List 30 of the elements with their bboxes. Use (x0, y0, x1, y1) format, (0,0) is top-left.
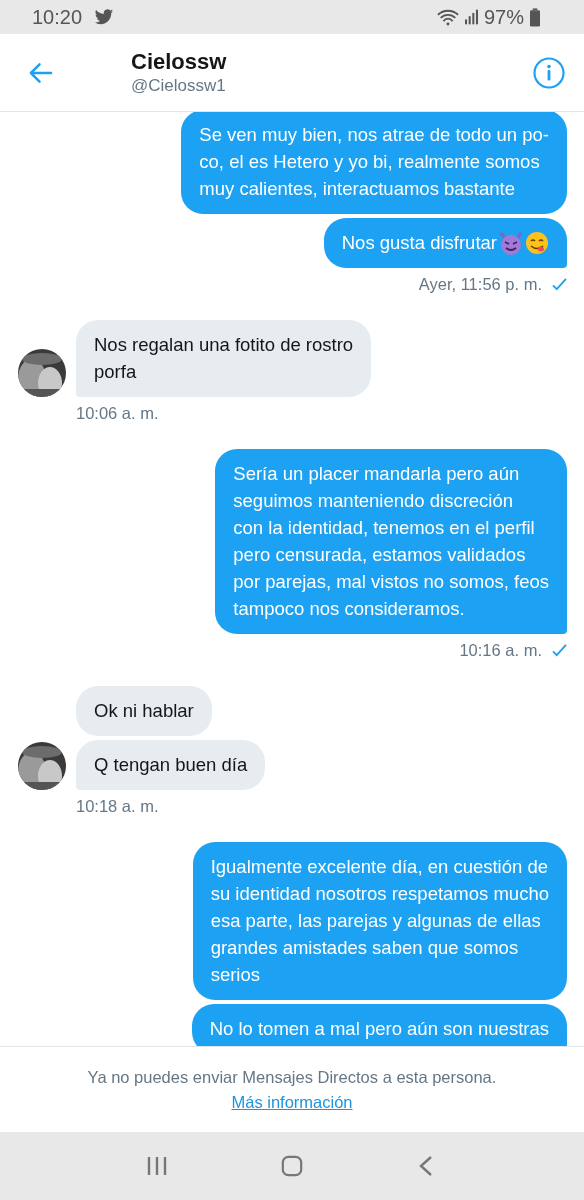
battery-icon (530, 7, 540, 27)
message-bubble: Igualmente excelente día, en cuestión de su identidad nosotros respetamos mucho esa parte, las parejas y algunas de ellas grandes amistades saben que somos serios (192, 842, 567, 1000)
message-bubble: Ok ni hablar (76, 686, 212, 736)
checkmark-icon (552, 644, 567, 657)
message-bubble: Q tengan buen día (76, 740, 266, 790)
wifi-icon (436, 8, 459, 26)
status-time: 10:20 (32, 5, 83, 29)
notice-text: Ya no puedes enviar Mensajes Directos a esta persona. Más información (86, 1066, 498, 1113)
message-time: 10:18 a. m. (76, 797, 159, 816)
message-bubble: No lo tomen a mal pero aún son nuestras (191, 1004, 567, 1046)
checkmark-icon (552, 278, 567, 291)
battery-percent: 97% (483, 5, 524, 29)
contact-name: Cielossw (131, 48, 228, 75)
message-bubble: Sería un placer mandarla pero aún seguimos manteniendo discreción con la identidad, tenemos en el perfil pero censurada, estamos validados por parejas, mal vistos no somos, feos tampoco nos consideramos. (215, 449, 567, 634)
message-bubble: Nos regalan una fotito de rostro porfa (76, 320, 372, 397)
tongue-face-emoji-icon (525, 230, 549, 255)
bird-icon (94, 8, 115, 26)
message-time: 10:16 a. m. (459, 641, 542, 660)
message-time: 10:06 a. m. (76, 404, 159, 423)
back-arrow-icon[interactable] (28, 61, 53, 84)
message-bubble: Se ven muy bien, nos atrae de todo un po- co, el es Hetero y yo bi, realmente somos muy calientes, interactuamos bastante (181, 112, 567, 214)
contact-handle: @Cielossw1 (131, 74, 227, 97)
devil-emoji-icon (499, 230, 523, 255)
more-info-link[interactable]: Más información (231, 1092, 353, 1111)
recent-apps-icon[interactable] (146, 1155, 169, 1177)
message-bubble: Nos gusta disfrutar (323, 218, 567, 268)
info-icon[interactable] (533, 56, 565, 89)
signal-icon (464, 9, 478, 25)
home-icon[interactable] (281, 1155, 303, 1177)
message-time: Ayer, 11:56 p. m. (418, 275, 542, 294)
